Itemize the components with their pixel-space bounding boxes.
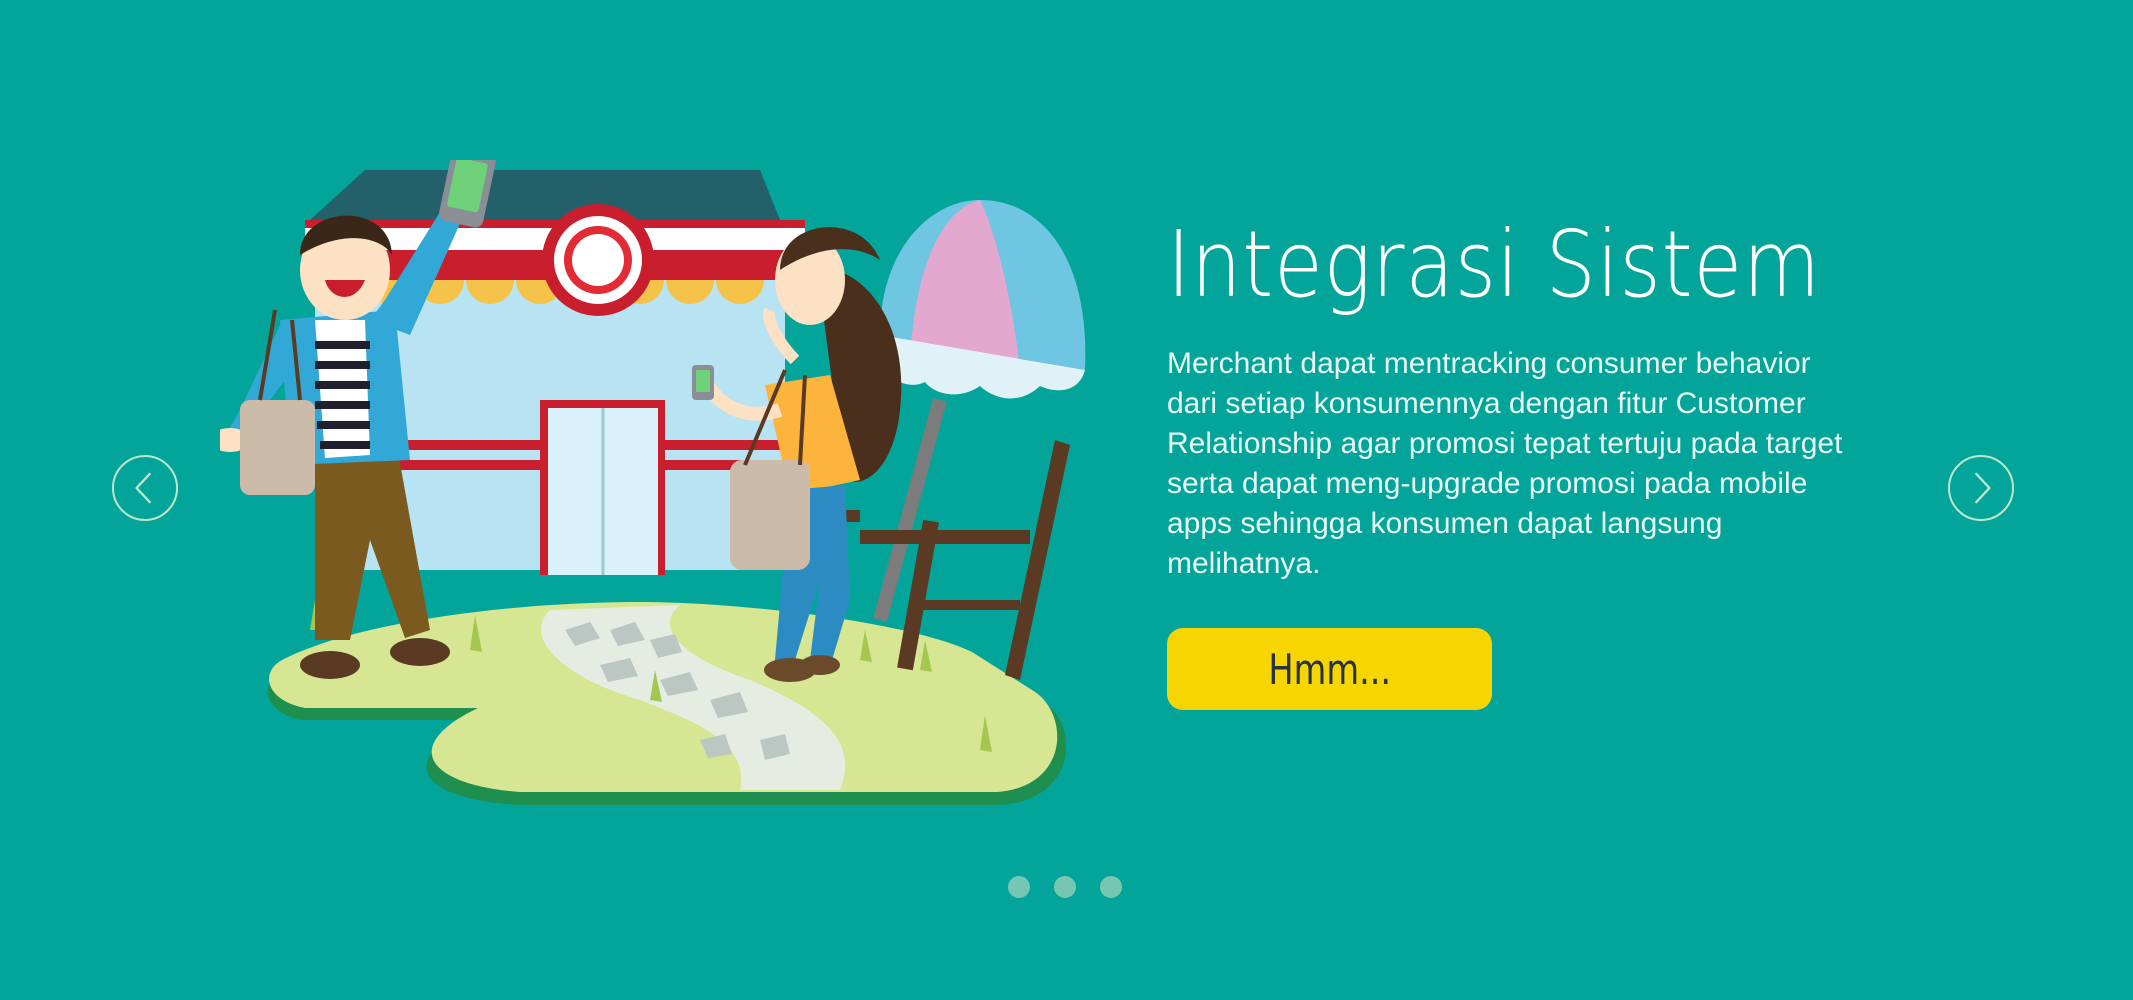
store-illustration	[220, 160, 1086, 805]
hero-slider: Integrasi Sistem Merchant dapat mentrack…	[0, 0, 2133, 1000]
slide-content: Integrasi Sistem Merchant dapat mentrack…	[1167, 210, 1867, 584]
pagination-dot-3[interactable]	[1100, 876, 1122, 898]
chevron-right-icon	[1975, 472, 1991, 504]
slider-pagination	[1008, 876, 1122, 898]
slide-title: Integrasi Sistem	[1167, 211, 1821, 318]
chevron-left-icon	[135, 472, 151, 504]
pagination-dot-1[interactable]	[1008, 876, 1030, 898]
pagination-dot-2[interactable]	[1054, 876, 1076, 898]
slide-description: Merchant dapat mentracking consumer beha…	[1167, 347, 1843, 580]
cta-label: Hmm...	[1268, 644, 1391, 694]
cta-button[interactable]: Hmm...	[1167, 628, 1492, 710]
prev-slide-button[interactable]	[112, 455, 178, 521]
next-slide-button[interactable]	[1948, 455, 2014, 521]
